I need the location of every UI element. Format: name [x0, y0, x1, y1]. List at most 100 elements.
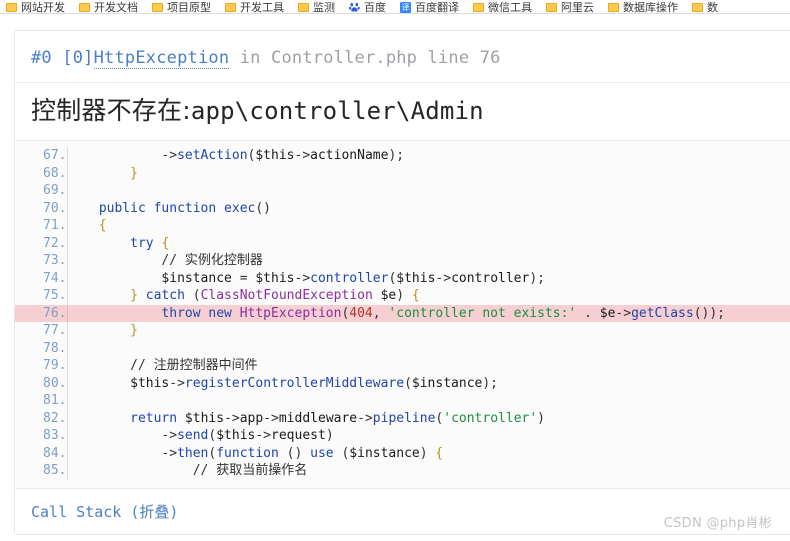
- bookmark-label: 阿里云: [561, 1, 594, 14]
- bookmark-label: 开发文档: [94, 1, 138, 14]
- bookmark-item-8[interactable]: 阿里云: [546, 0, 600, 14]
- folder-icon: [79, 2, 90, 12]
- baidu-fanyi-icon: 译: [400, 1, 411, 13]
- code-row-highlighted: 76. throw new HttpException(404, 'contro…: [15, 304, 790, 322]
- line-number: 68.: [15, 164, 68, 182]
- line-source: [67, 182, 790, 200]
- line-source: $instance = $this->controller($this->con…: [161, 270, 545, 286]
- code-row: 85. // 获取当前操作名: [15, 462, 790, 480]
- bookmark-label: 数据库操作: [623, 1, 678, 14]
- code-row: 80. $this->registerControllerMiddleware(…: [15, 374, 790, 392]
- baidu-icon: [349, 2, 360, 13]
- code-row: 71. {: [15, 217, 790, 235]
- code-row: 75. } catch (ClassNotFoundException $e) …: [15, 287, 790, 305]
- bookmark-item-5[interactable]: 百度: [349, 0, 392, 14]
- line-number: 78.: [15, 339, 68, 357]
- line-number: 70.: [15, 199, 68, 217]
- line-source: return $this->app->middleware->pipeline(…: [130, 410, 545, 426]
- code-row: 73. // 实例化控制器: [15, 252, 790, 270]
- line-keyword: line: [427, 48, 470, 68]
- folder-icon: [692, 2, 703, 12]
- folder-icon: [152, 2, 163, 12]
- code-row: 79. // 注册控制器中间件: [15, 357, 790, 375]
- code-row: 74. $instance = $this->controller($this-…: [15, 269, 790, 287]
- line-number: 82.: [15, 409, 68, 427]
- line-source: $this->registerControllerMiddleware($ins…: [130, 375, 499, 391]
- code-row: 78.: [15, 339, 790, 358]
- bookmark-label: 项目原型: [167, 1, 211, 14]
- code-row: 69.: [15, 182, 790, 200]
- code-row: 72. try {: [15, 234, 790, 252]
- folder-icon: [298, 2, 309, 12]
- line-source: ->then(function () use ($instance) {: [67, 445, 444, 461]
- bookmark-label: 监测: [313, 1, 335, 14]
- line-source: [67, 340, 790, 358]
- bookmark-label: 微信工具: [488, 1, 532, 14]
- code-row: 82. return $this->app->middleware->pipel…: [15, 409, 790, 427]
- line-number: 85.: [15, 462, 68, 480]
- line-source: }: [67, 165, 138, 181]
- folder-icon: [473, 2, 484, 12]
- folder-icon: [546, 2, 557, 12]
- bookmark-item-10[interactable]: 数: [692, 0, 724, 14]
- line-source: public function exec(): [98, 200, 272, 216]
- code-marker: [0]: [62, 48, 94, 68]
- line-number: 69.: [15, 182, 68, 200]
- code-row: 67. ->setAction($this->actionName);: [15, 147, 790, 165]
- exception-card: #0 [0]HttpException in Controller.php li…: [14, 30, 790, 535]
- line-number: 84.: [15, 444, 68, 462]
- line-number: 71.: [15, 217, 68, 235]
- bookmark-item-7[interactable]: 微信工具: [473, 0, 538, 14]
- line-number: 83.: [15, 427, 68, 445]
- exception-message-prefix: 控制器不存在:: [31, 96, 191, 125]
- line-source: try {: [130, 235, 170, 251]
- line-number: 81.: [15, 392, 68, 410]
- bookmark-label: 百度: [364, 1, 386, 14]
- code-row: 77. }: [15, 322, 790, 340]
- code-row: 83. ->send($this->request): [15, 427, 790, 445]
- in-keyword: in: [239, 48, 261, 68]
- bookmark-label: 数: [707, 1, 718, 14]
- bookmark-item-4[interactable]: 监测: [298, 0, 341, 14]
- code-row: 68. }: [15, 164, 790, 182]
- exception-message: 控制器不存在:app\controller\Admin: [15, 83, 790, 140]
- line-number: 77.: [15, 322, 68, 340]
- line-source: throw new HttpException(404, 'controller…: [67, 304, 790, 322]
- bookmark-item-6[interactable]: 译 百度翻译: [400, 0, 465, 14]
- exception-title: #0 [0]HttpException in Controller.php li…: [31, 48, 790, 69]
- line-source: } catch (ClassNotFoundException $e) {: [67, 288, 420, 303]
- exception-class-link[interactable]: HttpException: [93, 48, 230, 69]
- line-source: [67, 392, 790, 410]
- exception-line-number: 76: [479, 48, 501, 68]
- bookmark-label: 网站开发: [21, 1, 65, 14]
- line-number: 79.: [15, 357, 68, 375]
- code-table: 67. ->setAction($this->actionName); 68. …: [15, 147, 790, 480]
- bookmark-item-3[interactable]: 开发工具: [225, 0, 290, 14]
- browser-bookmark-bar: 网站开发 开发文档 项目原型 开发工具 监测 百度 译 百度翻译 微信工具 阿里…: [0, 0, 790, 14]
- line-source: // 实例化控制器: [67, 253, 263, 268]
- line-number: 72.: [15, 234, 68, 252]
- exception-file: Controller.php: [271, 48, 418, 68]
- frame-index: #0: [31, 48, 52, 68]
- line-source: ->setAction($this->actionName);: [67, 148, 405, 163]
- line-number: 76.: [15, 304, 68, 322]
- bookmark-item-9[interactable]: 数据库操作: [608, 0, 684, 14]
- line-number: 67.: [15, 147, 68, 165]
- code-row: 70. public function exec(): [15, 199, 790, 217]
- exception-footer: Call Stack (折叠): [15, 487, 790, 534]
- bookmark-item-0[interactable]: 网站开发: [6, 0, 71, 14]
- exception-header: #0 [0]HttpException in Controller.php li…: [15, 31, 790, 83]
- line-source: ->send($this->request): [67, 428, 334, 443]
- bookmark-item-1[interactable]: 开发文档: [79, 0, 144, 14]
- line-number: 74.: [15, 269, 68, 287]
- exception-message-value: app\controller\Admin: [190, 97, 484, 125]
- bookmark-label: 开发工具: [240, 1, 284, 14]
- folder-icon: [6, 2, 17, 12]
- folder-icon: [225, 2, 236, 12]
- bookmark-item-2[interactable]: 项目原型: [152, 0, 217, 14]
- line-number: 80.: [15, 374, 68, 392]
- line-number: 73.: [15, 252, 68, 270]
- folder-icon: [608, 2, 619, 12]
- call-stack-toggle[interactable]: Call Stack (折叠): [31, 501, 178, 522]
- bookmark-label: 百度翻译: [415, 1, 459, 14]
